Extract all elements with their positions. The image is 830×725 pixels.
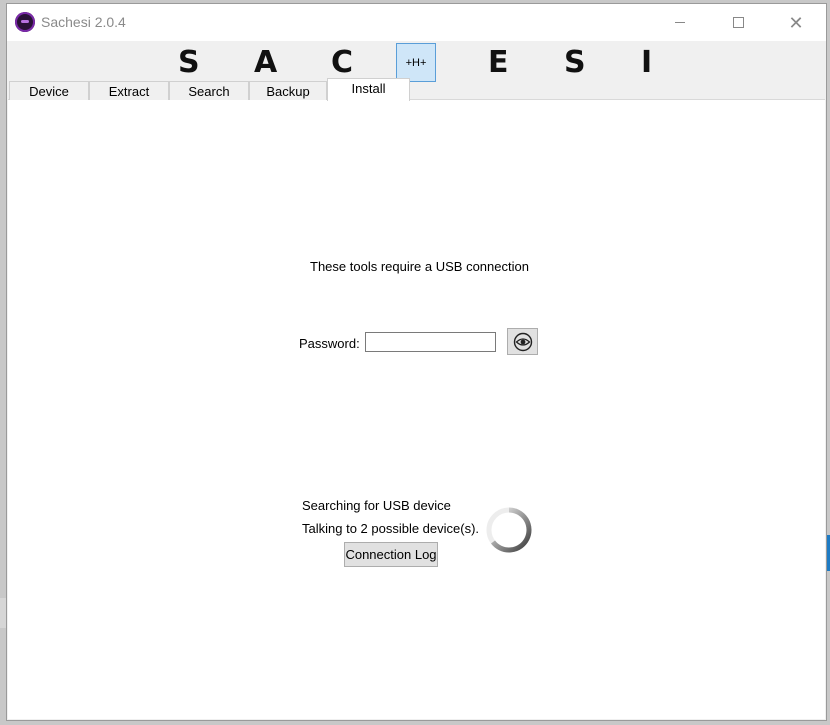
tab-backup[interactable]: Backup [249,81,327,100]
password-label: Password: [299,336,360,351]
app-banner: S A C +H+ E S I [7,41,826,82]
maximize-button[interactable] [709,4,767,41]
banner-letter-s1: S [178,45,200,80]
banner-letter-i: I [641,45,653,80]
close-icon: ✕ [788,12,804,33]
sachesi-app-icon [15,12,35,32]
minimize-button[interactable] [651,4,709,41]
maximize-icon [732,17,744,28]
password-input[interactable] [365,332,496,352]
spinner-icon [486,507,532,553]
hh-logo: +H+ [396,43,436,82]
banner-letter-e: E [488,45,509,80]
tab-search[interactable]: Search [169,81,249,100]
banner-letter-c: C [331,45,354,80]
status-searching: Searching for USB device [302,498,451,513]
connection-log-button[interactable]: Connection Log [344,542,438,567]
tab-device[interactable]: Device [9,81,89,100]
install-panel: These tools require a USB connection Pas… [8,99,825,719]
app-window: Sachesi 2.0.4 ✕ S A C +H+ E S I These to… [6,3,827,721]
close-button[interactable]: ✕ [767,4,825,41]
banner-letter-a: A [254,45,278,80]
window-title: Sachesi 2.0.4 [41,14,126,30]
minimize-icon [675,22,685,23]
tab-install[interactable]: Install [327,78,410,101]
title-bar[interactable]: Sachesi 2.0.4 ✕ [7,4,826,41]
reveal-password-button[interactable] [507,328,538,355]
tab-extract[interactable]: Extract [89,81,169,100]
banner-letter-s2: S [564,45,586,80]
usb-notice: These tools require a USB connection [310,259,529,274]
status-device-count: Talking to 2 possible device(s). [302,521,480,536]
tab-bar: Device Extract Search Backup Install [9,78,826,101]
eye-icon [513,332,532,351]
